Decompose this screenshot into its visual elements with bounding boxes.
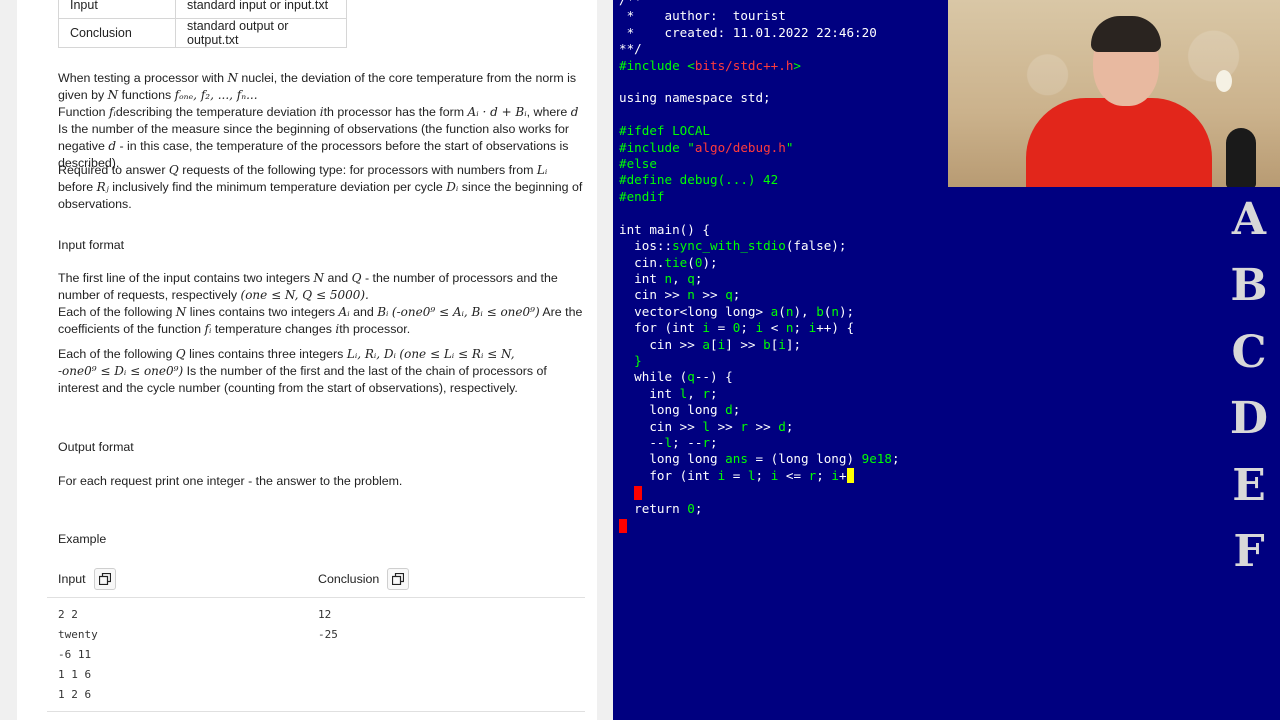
person-shirt — [1026, 98, 1212, 187]
text-cursor — [846, 467, 855, 483]
code-line: long long d; — [619, 402, 741, 418]
problem-letter-c[interactable]: C — [1226, 331, 1272, 375]
problem-letter-a[interactable]: A — [1226, 198, 1272, 242]
problem-pane: Input standard input or input.txt Conclu… — [0, 0, 613, 720]
code-line: * created: 11.01.2022 22:46:20 — [619, 24, 877, 40]
code-line: #define debug(...) 42 — [619, 172, 779, 188]
code-line: **/ — [619, 41, 642, 57]
copy-output-button[interactable] — [387, 568, 410, 590]
io-label: Input — [58, 0, 176, 19]
code-line: cin >> n >> q; — [619, 287, 741, 303]
problem-letter-e[interactable]: E — [1226, 464, 1272, 508]
microphone — [1226, 128, 1256, 187]
code-line: while (q--) { — [619, 369, 733, 385]
example-line: 2 2 — [58, 608, 78, 621]
example-input-label: Input — [58, 572, 86, 586]
copy-input-button[interactable] — [93, 568, 116, 590]
statement-paragraph-2: Required to answer Q requests of the fol… — [58, 163, 583, 211]
statement-paragraph-4: Each of the following Q lines contains t… — [58, 347, 547, 395]
example-input-block: 2 2 twenty -6 11 1 1 6 1 2 6 — [58, 605, 98, 705]
code-line: cin.tie(0); — [619, 254, 718, 270]
bracket-mismatch-marker — [619, 518, 627, 533]
code-line: /** — [619, 0, 642, 7]
problem-letter-b[interactable]: B — [1226, 264, 1272, 308]
io-table: Input standard input or input.txt Conclu… — [58, 0, 347, 48]
problem-letter-f[interactable]: F — [1226, 530, 1272, 574]
input-format-heading: Input format — [58, 238, 125, 252]
copy-icon — [98, 573, 111, 585]
statement-paragraph-1: When testing a processor with N nuclei, … — [58, 71, 579, 170]
divider — [47, 597, 585, 598]
code-text[interactable]: /** * author: tourist * created: 11.01.2… — [619, 0, 900, 533]
code-line: --l; --r; — [619, 434, 718, 450]
io-value: standard input or input.txt — [175, 0, 347, 19]
io-value: standard output or output.txt — [175, 18, 347, 48]
code-line: using namespace std; — [619, 90, 771, 106]
code-line: cin >> l >> r >> d; — [619, 418, 794, 434]
code-line: #else — [619, 156, 657, 172]
example-line: twenty — [58, 628, 98, 641]
code-line: for (int i = l; i <= r; i+ — [619, 467, 855, 483]
webcam-video — [948, 0, 1280, 187]
code-line: return 0; — [619, 500, 703, 516]
example-line: 12 — [318, 608, 332, 621]
statement-paragraph-5: For each request print one integer - the… — [58, 474, 403, 488]
code-line — [619, 517, 627, 533]
code-line: int n, q; — [619, 270, 703, 286]
statement-paragraph-3: The first line of the input contains two… — [58, 271, 583, 336]
code-line: * author: tourist — [619, 8, 786, 24]
code-line — [619, 484, 643, 500]
code-line: int main() { — [619, 221, 710, 237]
code-line: #include <bits/stdc++.h> — [619, 57, 801, 73]
code-line: cin >> a[i] >> b[i]; — [619, 336, 802, 352]
example-output-label: Conclusion — [318, 572, 380, 586]
code-line: #ifdef LOCAL — [619, 123, 710, 139]
example-line: 1 1 6 — [58, 668, 92, 681]
example-output-header: Conclusion — [318, 568, 410, 590]
code-line: } — [619, 352, 642, 368]
code-line: for (int i = 0; i < n; i++) { — [619, 320, 855, 336]
io-label: Conclusion — [58, 18, 176, 48]
example-input-header: Input — [58, 568, 116, 590]
code-line: vector<long long> a(n), b(n); — [619, 303, 855, 319]
bracket-mismatch-marker — [634, 485, 643, 500]
code-line: ios::sync_with_stdio(false); — [619, 238, 847, 254]
table-row: Input standard input or input.txt — [58, 0, 347, 19]
copy-icon — [392, 573, 405, 585]
lamp — [1216, 70, 1232, 92]
code-line: long long ans = (long long) 9e18; — [619, 451, 900, 467]
example-line: -6 11 — [58, 648, 92, 661]
example-line: 1 2 6 — [58, 688, 92, 701]
problem-letter-d[interactable]: D — [1226, 397, 1272, 441]
problem-statement: Input standard input or input.txt Conclu… — [17, 0, 597, 720]
code-line: #endif — [619, 188, 665, 204]
example-heading: Example — [58, 532, 107, 546]
code-line: #include "algo/debug.h" — [619, 139, 794, 155]
divider — [47, 711, 585, 712]
output-format-heading: Output format — [58, 440, 134, 454]
table-row: Conclusion standard output or output.txt — [58, 18, 347, 48]
code-line: int l, r; — [619, 385, 718, 401]
example-output-block: 12 -25 — [318, 605, 338, 645]
example-line: -25 — [318, 628, 338, 641]
